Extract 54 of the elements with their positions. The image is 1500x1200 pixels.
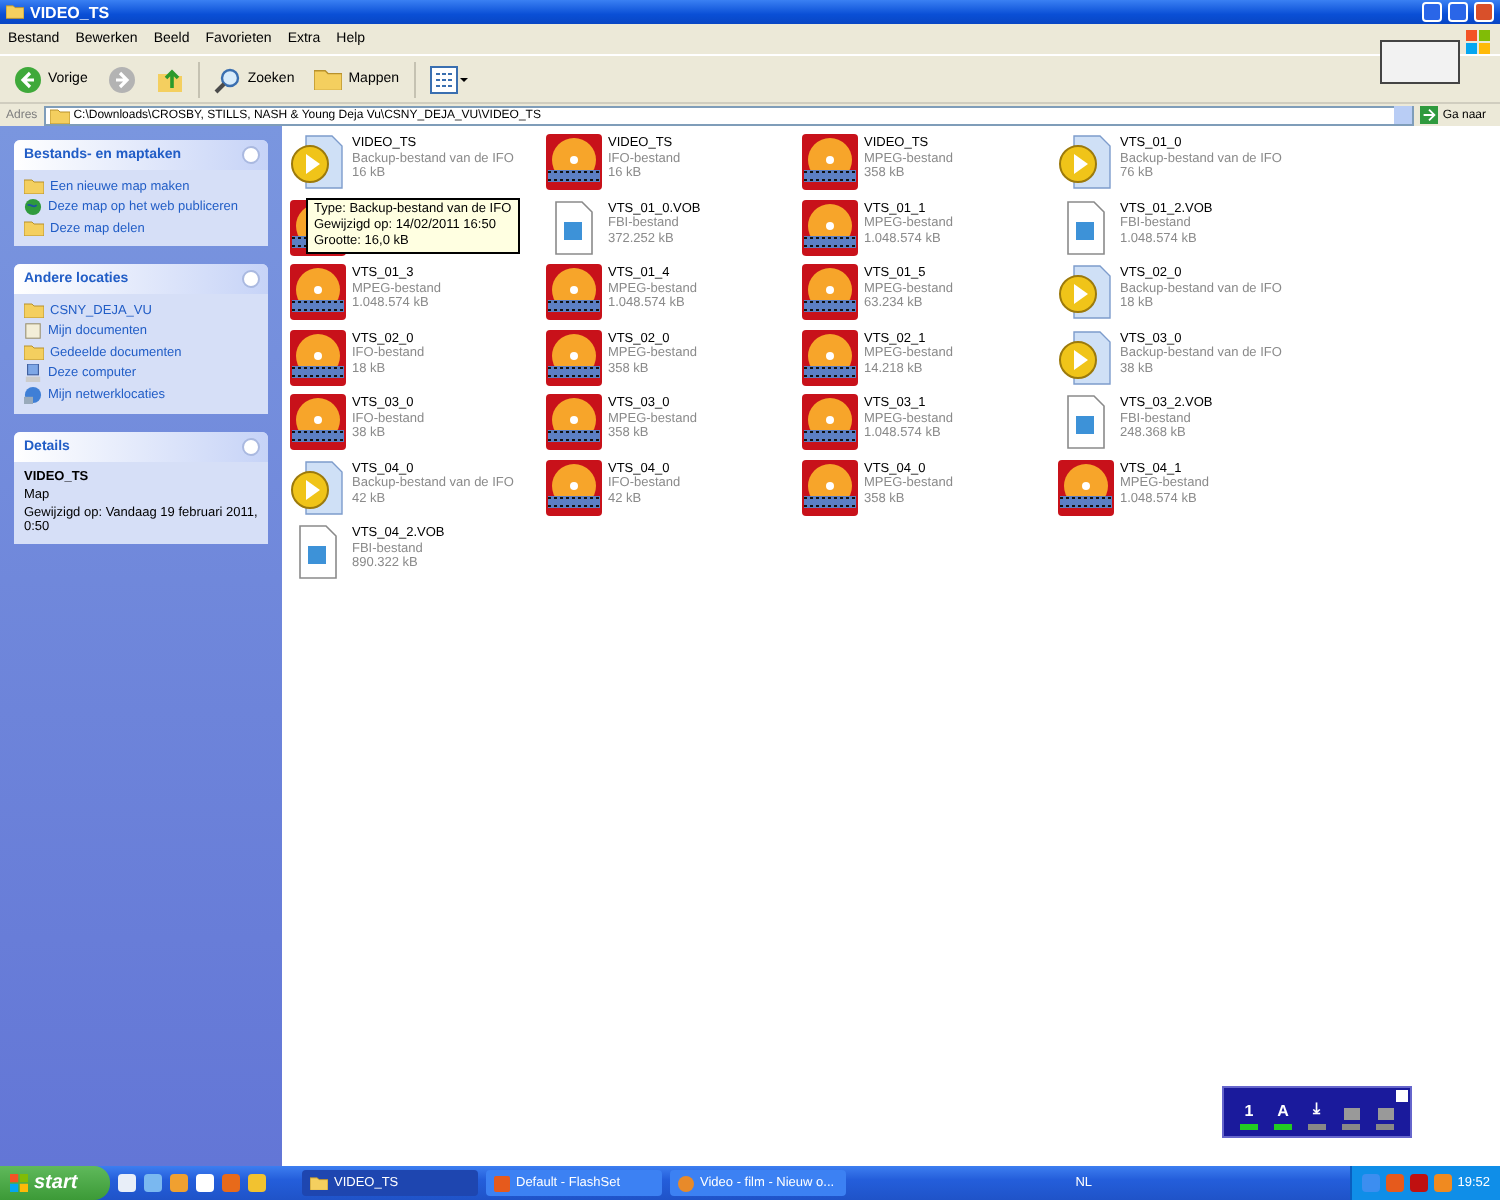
play-file-icon bbox=[290, 134, 346, 190]
maximize-button[interactable] bbox=[1448, 2, 1468, 22]
network-icon bbox=[24, 386, 42, 404]
views-icon bbox=[429, 65, 470, 93]
widget-label: 1 bbox=[1244, 1102, 1254, 1120]
folder-icon bbox=[24, 344, 44, 360]
collapse-button[interactable] bbox=[242, 438, 260, 456]
browser-icon bbox=[678, 1175, 694, 1191]
play-file-icon bbox=[1058, 264, 1114, 320]
folder-icon bbox=[310, 1175, 328, 1191]
folders-icon bbox=[314, 67, 343, 91]
globe-icon bbox=[24, 198, 42, 216]
shared-folder-icon bbox=[24, 220, 44, 236]
media-file-icon bbox=[802, 264, 858, 320]
media-file-icon bbox=[546, 459, 602, 515]
media-file-icon bbox=[290, 394, 346, 450]
collapse-button[interactable] bbox=[242, 270, 260, 288]
play-file-icon bbox=[290, 459, 346, 515]
windows-logo-icon bbox=[10, 1174, 28, 1192]
folder-icon bbox=[6, 4, 24, 20]
widget-icon bbox=[1343, 1108, 1359, 1120]
play-file-icon bbox=[1058, 329, 1114, 385]
windows-logo-icon bbox=[1466, 30, 1490, 54]
play-file-icon bbox=[1058, 134, 1114, 190]
media-file-icon bbox=[546, 264, 602, 320]
media-file-icon bbox=[290, 329, 346, 385]
document-icon bbox=[24, 322, 42, 340]
computer-icon bbox=[24, 364, 42, 382]
media-file-icon bbox=[290, 264, 346, 320]
media-file-icon bbox=[546, 134, 602, 190]
media-file-icon bbox=[546, 329, 602, 385]
collapse-button[interactable] bbox=[242, 146, 260, 164]
widget-label: ⤓ bbox=[1313, 1100, 1321, 1120]
minimize-button[interactable] bbox=[1422, 2, 1442, 22]
close-button[interactable] bbox=[1474, 2, 1494, 22]
media-file-icon bbox=[802, 459, 858, 515]
thumbnail bbox=[1380, 40, 1460, 84]
dropdown-button[interactable] bbox=[1394, 106, 1413, 124]
go-arrow-icon bbox=[1420, 106, 1439, 124]
folder-icon bbox=[24, 302, 44, 318]
media-file-icon bbox=[802, 394, 858, 450]
widget-label: A bbox=[1277, 1102, 1289, 1120]
media-file-icon bbox=[802, 199, 858, 255]
media-file-icon bbox=[546, 394, 602, 450]
back-arrow-icon bbox=[14, 65, 42, 93]
window-title: VIDEO_TS bbox=[30, 3, 112, 21]
media-file-icon bbox=[1058, 459, 1114, 515]
media-file-icon bbox=[802, 134, 858, 190]
new-folder-icon bbox=[24, 178, 44, 194]
download-icon bbox=[494, 1175, 510, 1191]
folder-up-icon bbox=[155, 65, 184, 93]
media-file-icon bbox=[802, 329, 858, 385]
search-icon bbox=[213, 65, 242, 93]
widget-icon bbox=[1377, 1108, 1393, 1120]
